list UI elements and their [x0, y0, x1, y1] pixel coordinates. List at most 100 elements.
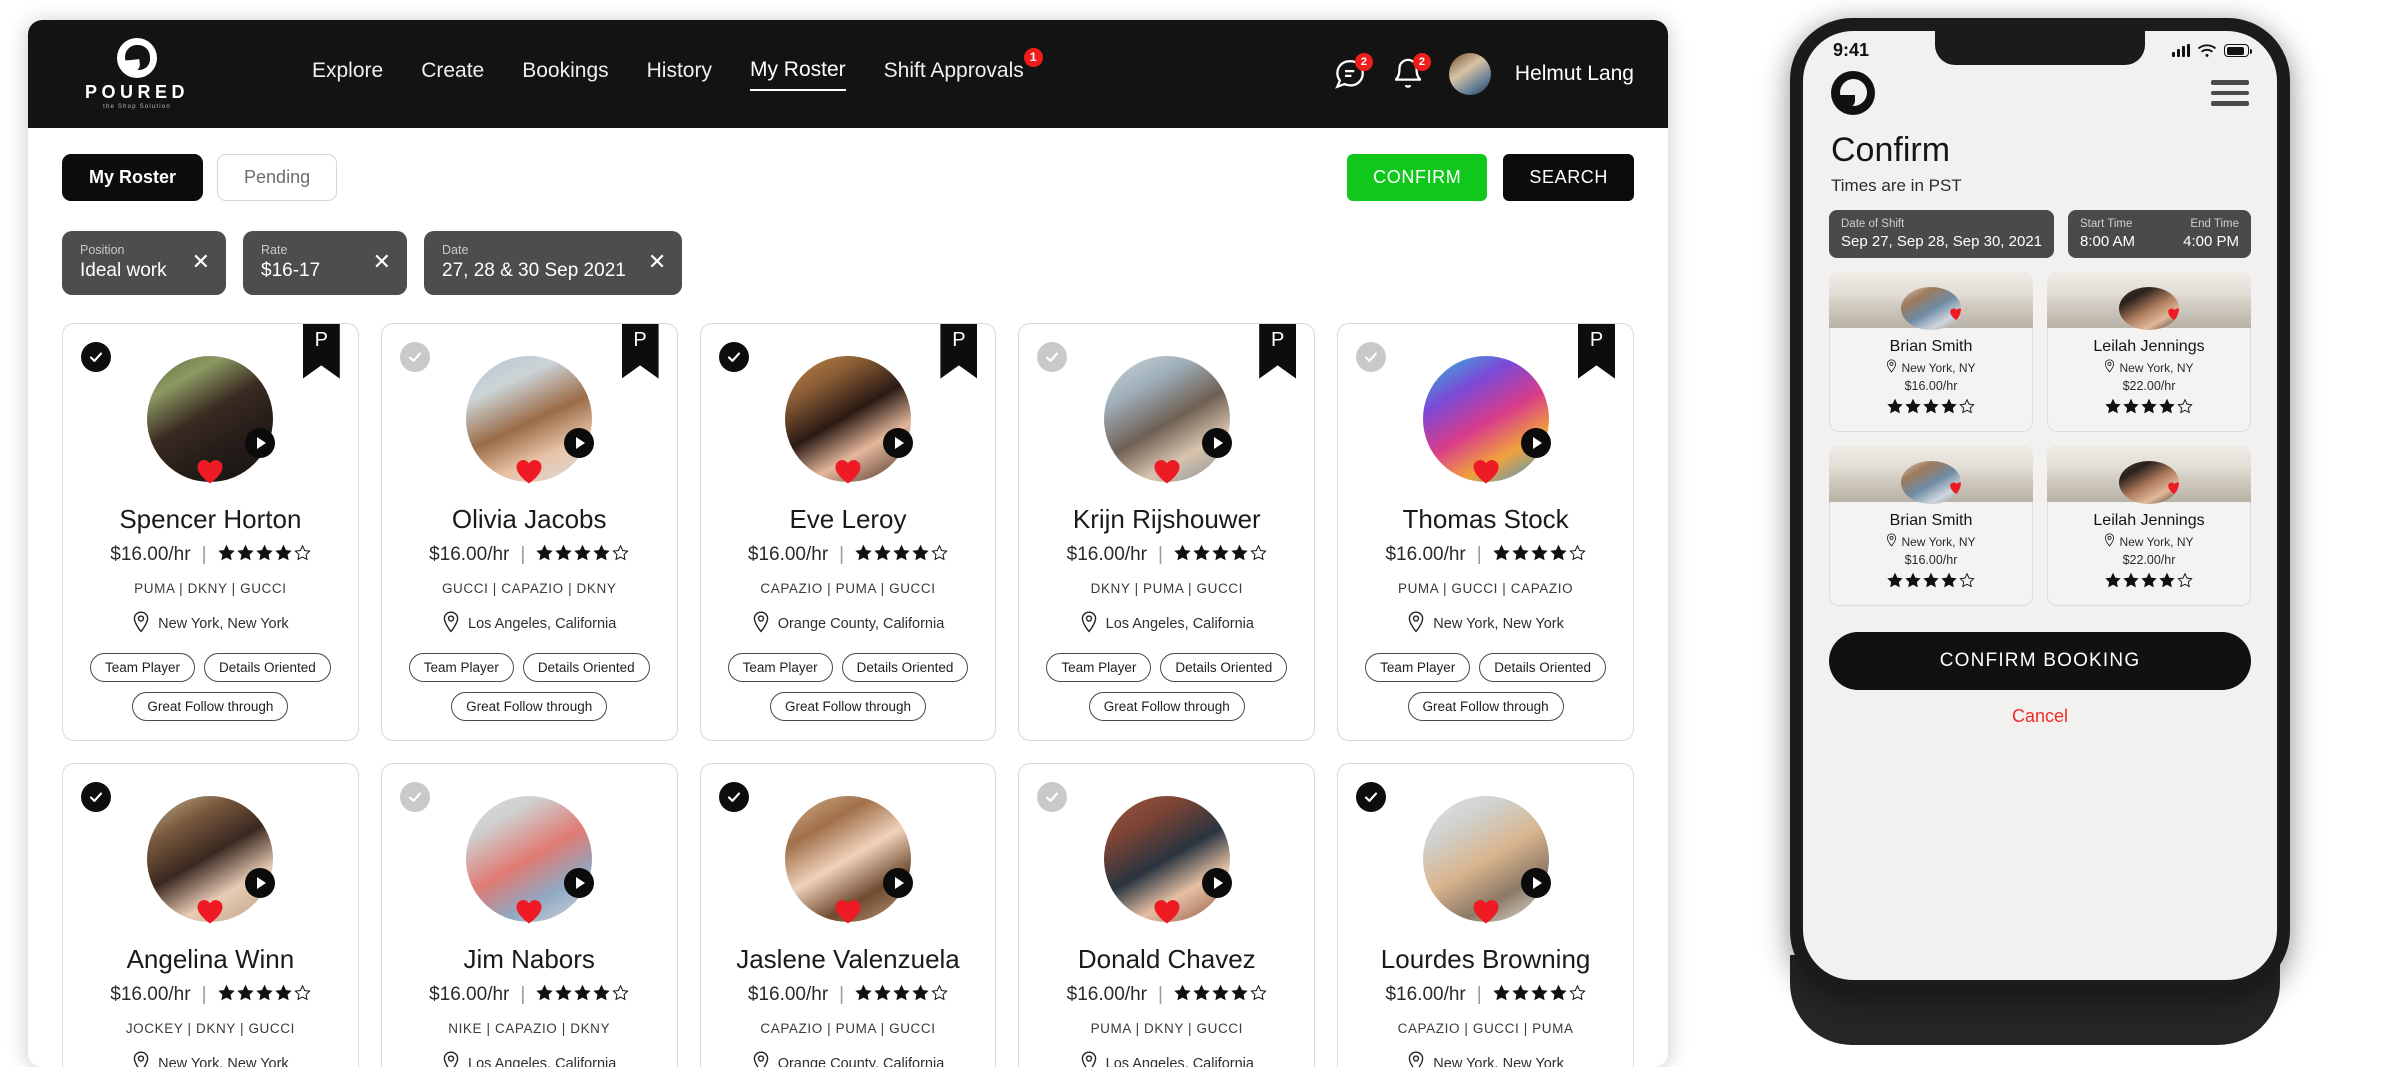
skill-tag[interactable]: Great Follow through [451, 691, 608, 721]
skill-tag[interactable]: Details Oriented [1160, 652, 1288, 682]
play-video-icon[interactable] [882, 427, 913, 458]
favorite-heart-icon[interactable] [195, 897, 225, 930]
skill-tag[interactable]: Great Follow through [769, 691, 927, 721]
phone-roster-card[interactable]: Brian Smith New York, NY $16.00/hr [1829, 446, 2033, 606]
confirm-button[interactable]: CONFIRM [1347, 154, 1488, 201]
select-checkmark-icon[interactable] [399, 341, 430, 372]
select-checkmark-icon[interactable] [81, 341, 111, 372]
favorite-heart-icon[interactable] [1949, 307, 1961, 326]
confirm-booking-button[interactable]: CONFIRM BOOKING [1829, 632, 2251, 690]
skill-tag[interactable]: Team Player [1365, 652, 1471, 682]
close-icon[interactable]: ✕ [648, 251, 666, 273]
play-video-icon[interactable] [1520, 427, 1551, 458]
nav-link-shift-approvals[interactable]: Shift Approvals 1 [883, 47, 1043, 90]
roster-card[interactable]: P Olivia Jacobs $16.00/hr | GUCCI | CAPAZIO … [380, 322, 678, 741]
skill-tag[interactable]: Details Oriented [1479, 652, 1606, 682]
segment-pending[interactable]: Pending [217, 154, 338, 201]
messages-icon[interactable]: 2 [1333, 53, 1373, 91]
roster-card[interactable]: P Spencer Horton $16.00/hr | PUMA | DKNY | G… [62, 322, 359, 741]
filter-chip-position[interactable]: Position Ideal work ✕ [62, 231, 226, 295]
skill-tag[interactable]: Team Player [408, 652, 514, 682]
favorite-heart-icon[interactable] [1471, 897, 1501, 930]
roster-card[interactable]: P Thomas Stock $16.00/hr | PUMA | GUCCI | CA… [1337, 322, 1634, 741]
roster-card[interactable]: Lourdes Browning $16.00/hr | CAPAZIO | GUCC… [1337, 762, 1634, 1067]
roster-card[interactable]: Angelina Winn $16.00/hr | JOCKEY | DKNY | G… [62, 762, 359, 1067]
select-checkmark-icon[interactable] [81, 781, 111, 812]
select-checkmark-icon[interactable] [1356, 341, 1387, 372]
play-video-icon[interactable] [564, 427, 595, 458]
favorite-heart-icon[interactable] [1152, 457, 1182, 490]
play-video-icon[interactable] [564, 867, 595, 898]
user-name[interactable]: Helmut Lang [1515, 62, 1634, 86]
skill-tag[interactable]: Team Player [89, 652, 196, 682]
location-text: Los Angeles, California [1105, 1055, 1254, 1067]
star-icon [217, 984, 235, 1006]
play-video-icon[interactable] [245, 427, 276, 458]
favorite-heart-icon[interactable] [833, 897, 863, 930]
favorite-heart-icon[interactable] [1949, 481, 1961, 500]
favorite-heart-icon[interactable] [833, 457, 863, 490]
skill-tag[interactable]: Great Follow through [1088, 691, 1245, 721]
roster-card[interactable]: P Eve Leroy $16.00/hr | CAPAZIO | PUMA | GUC… [699, 322, 997, 741]
nav-link-label: Shift Approvals [883, 58, 1024, 82]
play-video-icon[interactable] [1201, 867, 1232, 898]
roster-card[interactable]: Jaslene Valenzuela $16.00/hr | CAPAZIO | PU… [699, 762, 997, 1067]
favorite-heart-icon[interactable] [514, 457, 544, 490]
favorite-heart-icon[interactable] [1152, 897, 1182, 930]
phone-roster-card[interactable]: Leilah Jennings New York, NY $22.00/hr [2047, 272, 2251, 432]
skill-tag[interactable]: Great Follow through [1407, 691, 1564, 721]
hamburger-menu-icon[interactable] [2211, 80, 2249, 106]
close-icon[interactable]: ✕ [373, 251, 391, 273]
roster-card[interactable]: Jim Nabors $16.00/hr | NIKE | CAPAZIO | DKN… [380, 762, 678, 1067]
brand-list: CAPAZIO | PUMA | GUCCI [760, 580, 936, 596]
star-icon [1959, 398, 1975, 419]
phone-roster-card[interactable]: Brian Smith New York, NY $16.00/hr [1829, 272, 2033, 432]
skill-tag[interactable]: Details Oriented [841, 652, 969, 682]
close-icon[interactable]: ✕ [192, 251, 210, 273]
cancel-link[interactable]: Cancel [1803, 706, 2277, 727]
select-checkmark-icon[interactable] [1356, 781, 1387, 812]
avatar[interactable] [1448, 53, 1491, 95]
favorite-heart-icon[interactable] [2167, 481, 2179, 500]
location-pin-icon [442, 1051, 460, 1067]
shift-time-box[interactable]: Start Time End Time 8:00 AM 4:00 PM [2068, 210, 2251, 258]
select-checkmark-icon[interactable] [718, 781, 749, 812]
search-button[interactable]: SEARCH [1503, 154, 1634, 201]
roster-card[interactable]: Donald Chavez $16.00/hr | PUMA | DKNY | GUC… [1018, 762, 1316, 1067]
select-checkmark-icon[interactable] [1037, 341, 1068, 372]
play-video-icon[interactable] [245, 867, 276, 898]
skill-tag[interactable]: Details Oriented [204, 652, 331, 682]
star-icon [1569, 984, 1586, 1006]
play-video-icon[interactable] [1520, 867, 1551, 898]
favorite-heart-icon[interactable] [1471, 457, 1501, 490]
select-checkmark-icon[interactable] [1037, 781, 1068, 812]
select-checkmark-icon[interactable] [399, 781, 430, 812]
select-checkmark-icon[interactable] [718, 341, 749, 372]
nav-link-bookings[interactable]: Bookings [522, 59, 608, 90]
segment-my-roster[interactable]: My Roster [62, 154, 204, 201]
filter-chip-rate[interactable]: Rate $16-17 ✕ [243, 231, 407, 295]
roster-card[interactable]: P Krijn Rijshouwer $16.00/hr | DKNY | PUMA |… [1018, 322, 1316, 741]
filter-chip-date[interactable]: Date 27, 28 & 30 Sep 2021 ✕ [424, 231, 683, 295]
date-of-shift-box[interactable]: Date of Shift Sep 27, Sep 28, Sep 30, 20… [1829, 210, 2054, 258]
star-icon [2177, 572, 2193, 593]
nav-link-my-roster[interactable]: My Roster [749, 58, 846, 91]
nav-link-explore[interactable]: Explore [312, 59, 383, 90]
favorite-heart-icon[interactable] [195, 457, 225, 490]
profile-photo-wrap [1103, 355, 1232, 484]
favorite-heart-icon[interactable] [2167, 307, 2179, 326]
skill-tag[interactable]: Team Player [727, 652, 833, 682]
poured-logo-icon-mobile[interactable] [1831, 71, 1875, 115]
skill-tag[interactable]: Details Oriented [522, 652, 650, 682]
play-video-icon[interactable] [1201, 427, 1232, 458]
bell-icon[interactable]: 2 [1391, 53, 1431, 91]
nav-link-history[interactable]: History [647, 59, 712, 90]
skill-tag[interactable]: Team Player [1046, 652, 1152, 682]
brand-list: NIKE | CAPAZIO | DKNY [448, 1020, 611, 1036]
phone-roster-card[interactable]: Leilah Jennings New York, NY $22.00/hr [2047, 446, 2251, 606]
nav-link-create[interactable]: Create [421, 59, 484, 90]
brand-logo[interactable]: POURED the Shop Solution [62, 38, 212, 110]
play-video-icon[interactable] [882, 867, 913, 898]
skill-tag[interactable]: Great Follow through [132, 691, 289, 721]
favorite-heart-icon[interactable] [514, 897, 544, 930]
